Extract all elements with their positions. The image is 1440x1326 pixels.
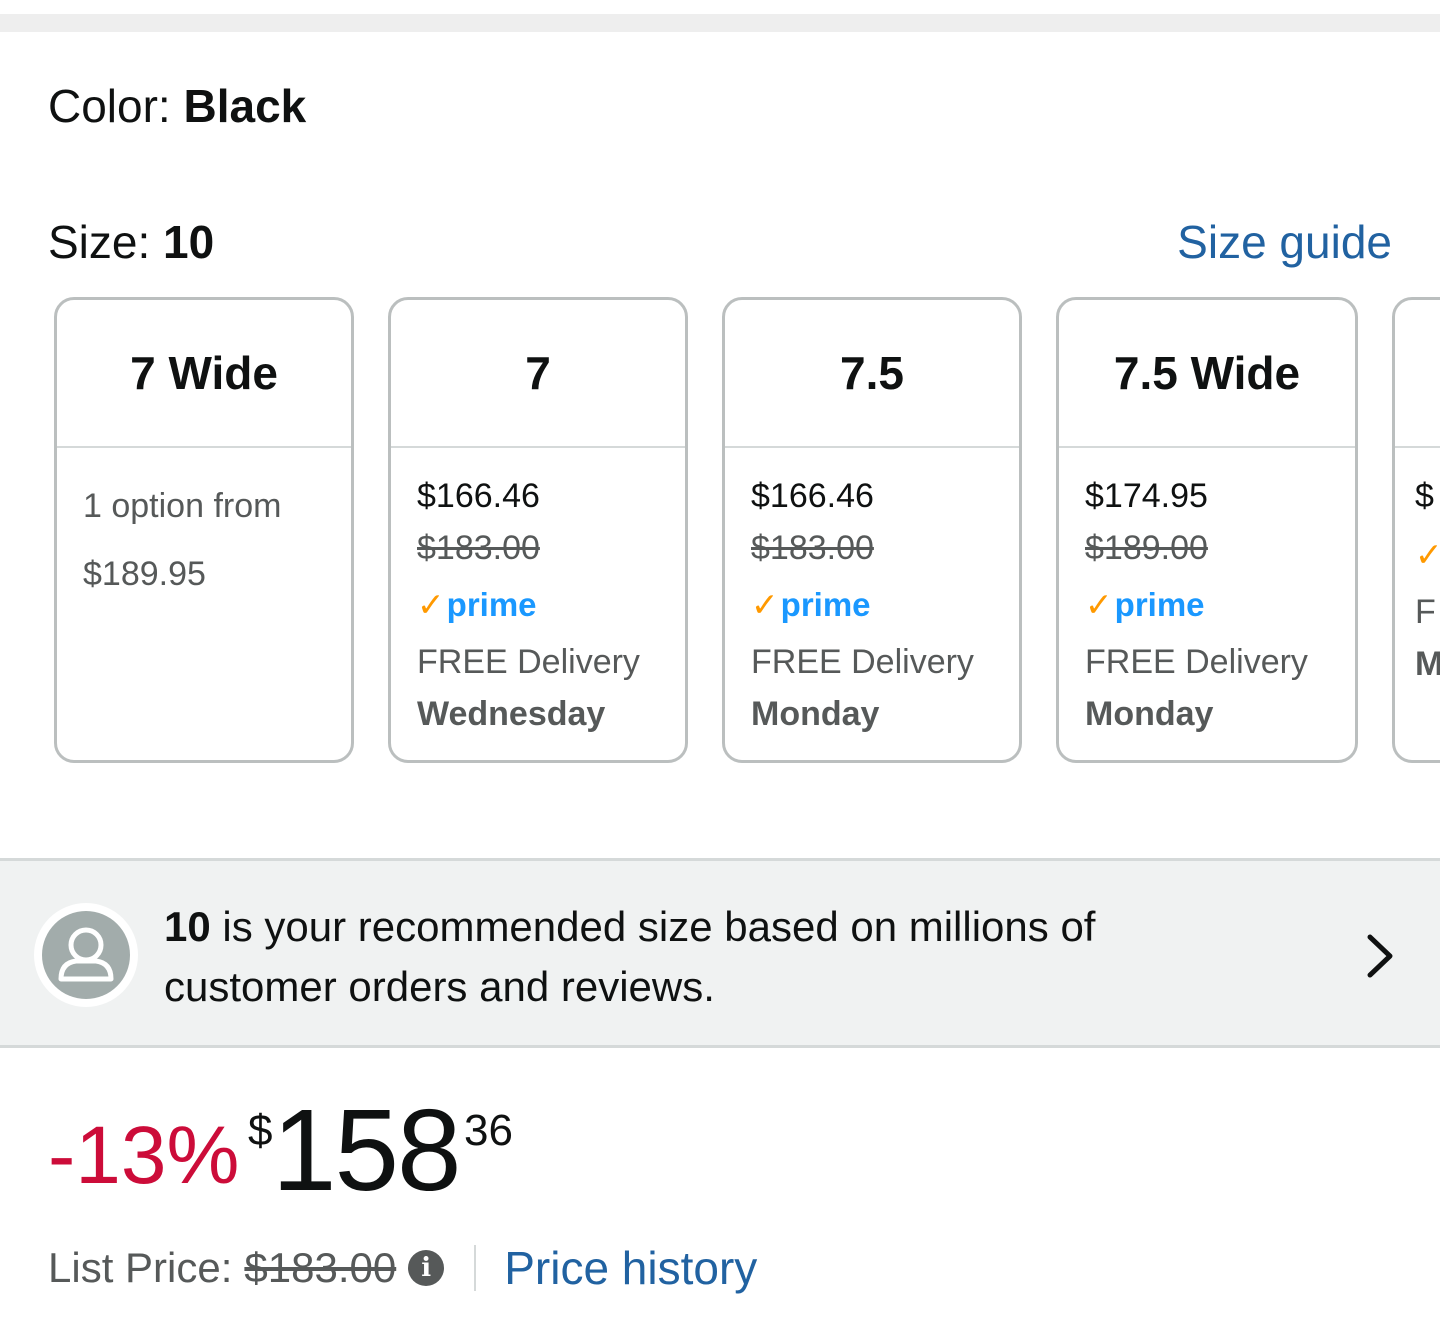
divider <box>474 1245 477 1291</box>
list-price-value: $183.00 <box>244 1244 397 1291</box>
color-selection: Color: Black <box>48 76 306 136</box>
price-history-link[interactable]: Price history <box>504 1238 757 1298</box>
size-option-card[interactable]: 7.5 Wide $174.95 $189.00 ✓prime FREE Del… <box>1056 297 1358 763</box>
chevron-right-icon[interactable] <box>1360 931 1400 981</box>
discount-percent: -13% <box>48 1110 240 1201</box>
size-value: 10 <box>163 216 215 268</box>
size-label: Size: <box>48 216 151 268</box>
delivery-day: Monday <box>751 695 880 733</box>
delivery-day: Wednesday <box>417 695 606 733</box>
price-fraction: 36 <box>464 1106 513 1155</box>
delivery-text: FREE Delivery <box>417 643 640 681</box>
checkmark-icon: ✓ <box>417 586 445 623</box>
option-price: $166.46 <box>417 477 540 515</box>
size-option-card[interactable]: 7.5 $166.46 $183.00 ✓prime FREE Delivery… <box>722 297 1022 763</box>
size-options-carousel[interactable]: 7 Wide 1 option from $189.95 7 $166.46 $… <box>0 297 1440 769</box>
top-divider <box>0 14 1440 32</box>
option-count-text: 1 option from <box>83 487 282 525</box>
checkmark-icon: ✓ <box>1415 536 1440 573</box>
user-avatar-icon <box>34 903 138 1007</box>
size-option-label: 7.5 <box>725 300 1019 448</box>
size-option-label: 7 <box>391 300 685 448</box>
delivery-text: F <box>1415 593 1436 631</box>
delivery-text: FREE Delivery <box>1085 643 1308 681</box>
recommended-size: 10 <box>164 903 211 950</box>
size-option-label <box>1395 300 1440 448</box>
size-option-card[interactable]: $ ✓ F M <box>1392 297 1440 763</box>
list-price-label: List Price: <box>48 1244 233 1291</box>
list-price-row: List Price: $183.00 i Price history <box>48 1238 757 1298</box>
color-value: Black <box>183 80 307 132</box>
size-guide-link[interactable]: Size guide <box>1177 212 1392 272</box>
prime-badge: ✓ <box>1415 524 1440 586</box>
option-price: $174.95 <box>1085 477 1208 515</box>
size-selection: Size: 10 <box>48 212 214 272</box>
size-option-label: 7.5 Wide <box>1059 300 1355 448</box>
price-whole: 158 <box>272 1085 462 1215</box>
delivery-day: Monday <box>1085 695 1214 733</box>
checkmark-icon: ✓ <box>1085 586 1113 623</box>
option-list-price: $183.00 <box>417 529 540 567</box>
recommendation-text: 10 is your recommended size based on mil… <box>164 903 1096 1010</box>
prime-badge: ✓prime <box>417 586 537 623</box>
option-list-price: $183.00 <box>751 529 874 567</box>
price-currency: $ <box>248 1106 273 1155</box>
color-label: Color: <box>48 80 171 132</box>
option-price: $166.46 <box>751 477 874 515</box>
prime-badge: ✓prime <box>1085 586 1205 623</box>
size-option-label: 7 Wide <box>57 300 351 448</box>
option-price: $189.95 <box>83 555 206 593</box>
option-list-price: $189.00 <box>1085 529 1208 567</box>
info-icon[interactable]: i <box>408 1250 445 1286</box>
checkmark-icon: ✓ <box>751 586 779 623</box>
size-option-card[interactable]: 7 Wide 1 option from $189.95 <box>54 297 354 763</box>
recommended-size-banner[interactable]: 10 is your recommended size based on mil… <box>0 858 1440 1048</box>
prime-badge: ✓prime <box>751 586 871 623</box>
delivery-day: M <box>1415 638 1440 690</box>
option-price: $ <box>1415 477 1434 515</box>
size-option-card[interactable]: 7 $166.46 $183.00 ✓prime FREE Delivery W… <box>388 297 688 763</box>
delivery-text: FREE Delivery <box>751 643 974 681</box>
